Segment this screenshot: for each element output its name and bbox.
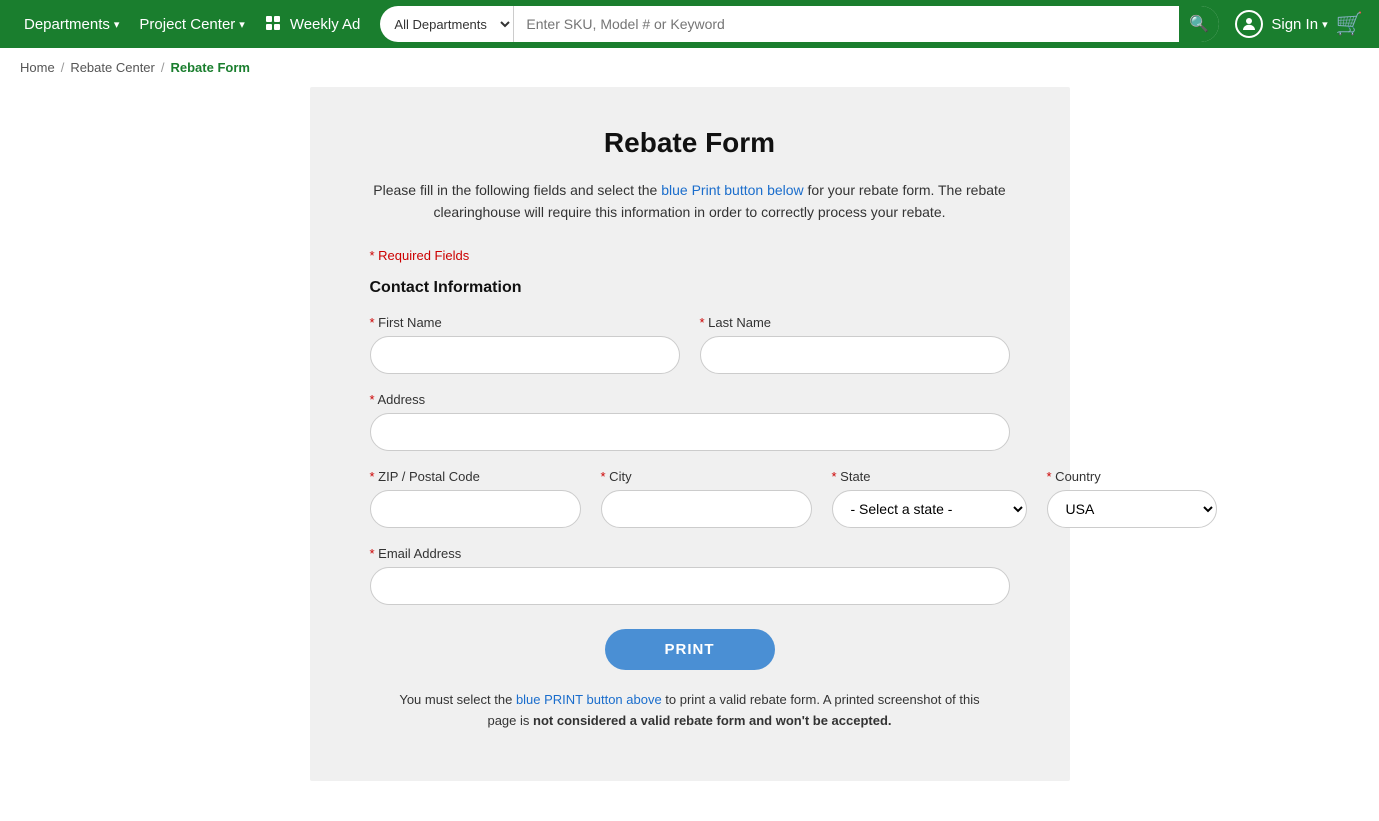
name-row: * First Name * Last Name	[370, 315, 1010, 374]
main-content: Rebate Form Please fill in the following…	[0, 87, 1379, 821]
breadcrumb-rebate-center[interactable]: Rebate Center	[70, 60, 155, 75]
address-group: * Address	[370, 392, 1010, 451]
departments-label: Departments	[24, 16, 110, 33]
breadcrumb-home[interactable]: Home	[20, 60, 55, 75]
first-name-req: *	[370, 315, 375, 330]
sign-in-chevron-icon: ▾	[1322, 18, 1328, 31]
first-name-input[interactable]	[370, 336, 680, 374]
header: Departments ▾ Project Center ▾ Weekly Ad…	[0, 0, 1379, 48]
country-req: *	[1047, 469, 1052, 484]
email-input[interactable]	[370, 567, 1010, 605]
section-contact-title: Contact Information	[370, 279, 1010, 297]
state-select[interactable]: - Select a state - Alabama Alaska Arizon…	[832, 490, 1027, 528]
print-button[interactable]: PRINT	[605, 629, 775, 670]
state-req: *	[832, 469, 837, 484]
header-right: Sign In ▾ 🛒	[1235, 10, 1363, 38]
first-name-group: * First Name	[370, 315, 680, 374]
breadcrumb-sep-1: /	[61, 60, 65, 75]
search-bar: All Departments 🔍	[380, 6, 1219, 42]
country-label: * Country	[1047, 469, 1217, 484]
zip-input[interactable]	[370, 490, 581, 528]
weekly-ad-label: Weekly Ad	[290, 16, 361, 33]
city-label: * City	[601, 469, 812, 484]
print-note: You must select the blue PRINT button ab…	[390, 690, 990, 732]
print-note-blue: blue PRINT button above	[516, 692, 662, 707]
search-icon: 🔍	[1189, 14, 1209, 34]
sign-in-button[interactable]: Sign In ▾	[1271, 16, 1327, 33]
sign-in-label: Sign In	[1271, 16, 1318, 33]
email-label: * Email Address	[370, 546, 1010, 561]
city-req: *	[601, 469, 606, 484]
project-center-chevron-icon: ▾	[239, 18, 245, 31]
last-name-label: * Last Name	[700, 315, 1010, 330]
zip-label: * ZIP / Postal Code	[370, 469, 581, 484]
last-name-input[interactable]	[700, 336, 1010, 374]
weekly-ad-icon	[265, 15, 283, 33]
project-center-label: Project Center	[139, 16, 235, 33]
zip-req: *	[370, 469, 375, 484]
weekly-ad-nav[interactable]: Weekly Ad	[257, 11, 369, 37]
person-icon	[1240, 15, 1258, 33]
email-group: * Email Address	[370, 546, 1010, 605]
form-description: Please fill in the following fields and …	[370, 179, 1010, 224]
last-name-group: * Last Name	[700, 315, 1010, 374]
city-input[interactable]	[601, 490, 812, 528]
required-note: * Required Fields	[370, 248, 1010, 263]
user-icon	[1235, 10, 1263, 38]
state-group: * State - Select a state - Alabama Alask…	[832, 469, 1027, 528]
description-blue-text: blue Print button below	[661, 182, 803, 198]
state-label: * State	[832, 469, 1027, 484]
form-container: Rebate Form Please fill in the following…	[310, 87, 1070, 781]
country-group: * Country USA Canada	[1047, 469, 1217, 528]
search-input[interactable]	[514, 6, 1179, 42]
cart-button[interactable]: 🛒	[1336, 11, 1363, 37]
breadcrumb: Home / Rebate Center / Rebate Form	[0, 48, 1379, 87]
print-note-strong: not considered a valid rebate form and w…	[533, 713, 892, 728]
department-select[interactable]: All Departments	[380, 6, 514, 42]
first-name-label: * First Name	[370, 315, 680, 330]
project-center-nav[interactable]: Project Center ▾	[131, 12, 252, 37]
email-row: * Email Address	[370, 546, 1010, 605]
zip-group: * ZIP / Postal Code	[370, 469, 581, 528]
breadcrumb-current: Rebate Form	[171, 60, 250, 75]
country-select[interactable]: USA Canada	[1047, 490, 1217, 528]
city-group: * City	[601, 469, 812, 528]
last-name-req: *	[700, 315, 705, 330]
search-button[interactable]: 🔍	[1179, 6, 1219, 42]
location-row: * ZIP / Postal Code * City * State - Sel…	[370, 469, 1010, 528]
departments-nav[interactable]: Departments ▾	[16, 12, 127, 37]
departments-chevron-icon: ▾	[114, 18, 120, 31]
address-req: *	[370, 392, 375, 407]
address-row: * Address	[370, 392, 1010, 451]
address-input[interactable]	[370, 413, 1010, 451]
form-title: Rebate Form	[370, 127, 1010, 159]
address-label: * Address	[370, 392, 1010, 407]
email-req: *	[370, 546, 375, 561]
breadcrumb-sep-2: /	[161, 60, 165, 75]
